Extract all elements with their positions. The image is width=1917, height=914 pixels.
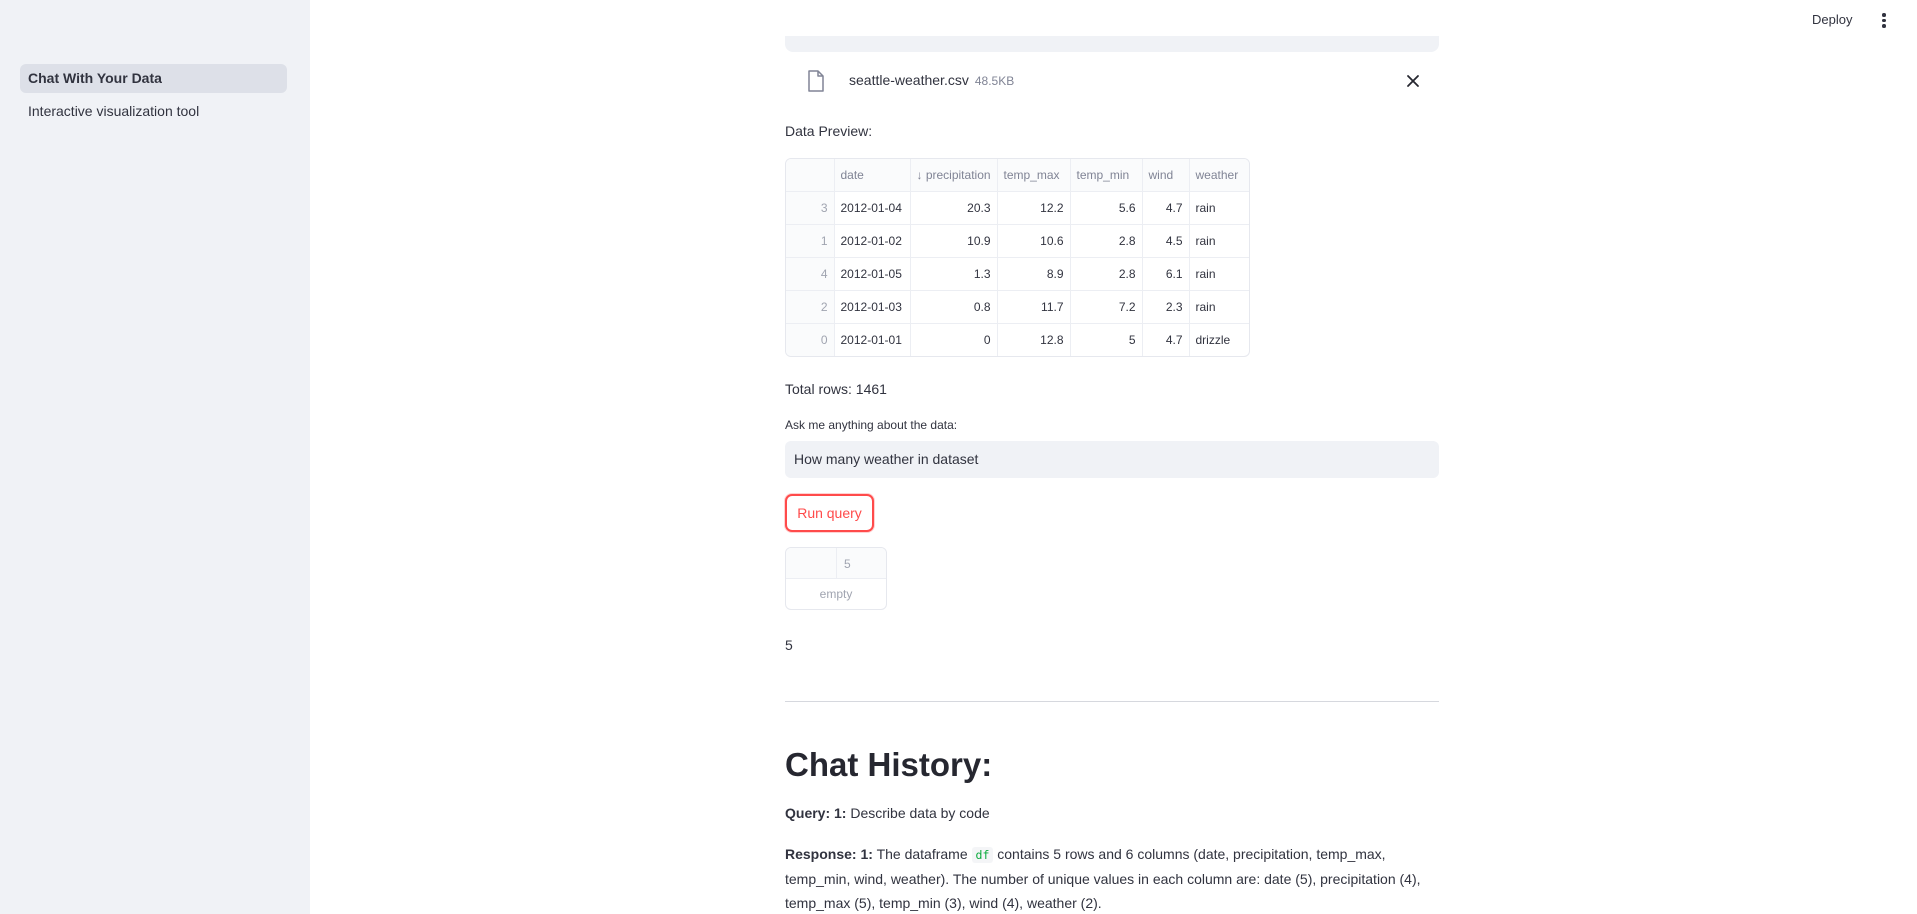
column-header[interactable]: date (834, 159, 911, 192)
table-cell[interactable]: 4.7 (1142, 191, 1190, 225)
table-cell[interactable]: 2.8 (1070, 257, 1143, 291)
inline-code: df (971, 847, 994, 863)
table-cell[interactable]: 2012-01-04 (834, 191, 911, 225)
response-text-before: The dataframe (876, 846, 968, 862)
column-header[interactable]: 5 (844, 557, 851, 571)
column-header[interactable]: temp_max (997, 159, 1071, 192)
table-cell[interactable]: 4.5 (1142, 224, 1190, 258)
table-row[interactable]: 4 2012-01-05 1.3 8.9 2.8 6.1 rain (786, 257, 1249, 291)
table-cell[interactable]: 2.3 (1142, 290, 1190, 324)
index-header (786, 159, 835, 192)
uploaded-file: seattle-weather.csv 48.5KB (785, 64, 1439, 100)
table-cell[interactable]: 2012-01-01 (834, 323, 911, 356)
response-prefix: Response: 1: (785, 846, 873, 862)
table-cell[interactable]: 2012-01-03 (834, 290, 911, 324)
table-cell[interactable]: 5 (1070, 323, 1143, 356)
index-header (786, 548, 837, 579)
table-cell[interactable]: drizzle (1189, 323, 1249, 356)
chat-history-title: Chat History: (785, 746, 993, 783)
table-cell[interactable]: 0 (910, 323, 998, 356)
answer-text: 5 (785, 637, 793, 653)
sidebar-nav: Chat With Your Data Interactive visualiz… (20, 64, 287, 130)
sidebar-item-interactive-visualization-tool[interactable]: Interactive visualization tool (20, 97, 287, 126)
total-rows-text: Total rows: 1461 (785, 381, 887, 397)
table-cell[interactable]: 12.8 (997, 323, 1071, 356)
file-dropzone[interactable] (785, 36, 1439, 52)
sidebar: Chat With Your Data Interactive visualiz… (0, 0, 310, 914)
table-cell[interactable]: 10.9 (910, 224, 998, 258)
table-cell[interactable]: 10.6 (997, 224, 1071, 258)
row-index: 4 (786, 257, 835, 291)
column-header[interactable]: ↓ precipitation (910, 159, 998, 192)
history-query: Query: 1: Describe data by code (785, 805, 990, 821)
column-header[interactable]: wind (1142, 159, 1190, 192)
table-cell[interactable]: rain (1189, 224, 1249, 258)
table-row[interactable]: 0 2012-01-01 0 12.8 5 4.7 drizzle (786, 323, 1249, 356)
table-cell[interactable]: 0.8 (910, 290, 998, 324)
table-cell[interactable]: 4.7 (1142, 323, 1190, 356)
column-header[interactable]: temp_min (1070, 159, 1143, 192)
column-header[interactable]: weather (1189, 159, 1249, 192)
result-table[interactable]: 5 empty (785, 547, 887, 610)
file-size: 48.5KB (974, 74, 1015, 88)
row-index: 2 (786, 290, 835, 324)
query-input[interactable]: How many weather in dataset (785, 441, 1439, 478)
run-query-button[interactable]: Run query (785, 494, 874, 532)
table-cell[interactable]: rain (1189, 257, 1249, 291)
table-cell[interactable]: rain (1189, 191, 1249, 225)
table-cell[interactable]: 5.6 (1070, 191, 1143, 225)
query-prefix: Query: 1: (785, 805, 847, 821)
query-text: Describe data by code (850, 805, 990, 821)
row-index: 1 (786, 224, 835, 258)
row-index: 0 (786, 323, 835, 356)
result-empty-text: empty (819, 587, 853, 601)
table-cell[interactable]: 7.2 (1070, 290, 1143, 324)
table-cell[interactable]: 20.3 (910, 191, 998, 225)
result-table-header: 5 (786, 548, 886, 579)
data-preview-label: Data Preview: (785, 123, 873, 139)
table-cell[interactable]: 12.2 (997, 191, 1071, 225)
row-index: 3 (786, 191, 835, 225)
deploy-button[interactable]: Deploy (1812, 12, 1852, 27)
table-cell[interactable]: 1.3 (910, 257, 998, 291)
table-header-row: date ↓ precipitation temp_max temp_min w… (786, 159, 1249, 192)
main-menu-icon[interactable] (1881, 13, 1887, 29)
table-cell[interactable]: 8.9 (997, 257, 1071, 291)
table-cell[interactable]: 2.8 (1070, 224, 1143, 258)
table-row[interactable]: 2 2012-01-03 0.8 11.7 7.2 2.3 rain (786, 290, 1249, 324)
file-name-row: seattle-weather.csv 48.5KB (849, 72, 1014, 88)
close-icon[interactable] (1404, 72, 1422, 90)
table-cell[interactable]: 6.1 (1142, 257, 1190, 291)
table-cell[interactable]: 2012-01-02 (834, 224, 911, 258)
sidebar-item-chat-with-your-data[interactable]: Chat With Your Data (20, 64, 287, 93)
table-cell[interactable]: 11.7 (997, 290, 1071, 324)
data-preview-table[interactable]: date ↓ precipitation temp_max temp_min w… (785, 158, 1250, 357)
query-input-label: Ask me anything about the data: (785, 418, 958, 432)
table-row[interactable]: 1 2012-01-02 10.9 10.6 2.8 4.5 rain (786, 224, 1249, 258)
table-row[interactable]: 3 2012-01-04 20.3 12.2 5.6 4.7 rain (786, 191, 1249, 225)
file-name: seattle-weather.csv (849, 72, 969, 88)
file-icon (808, 70, 824, 92)
history-response: Response: 1: The dataframe df contains 5… (785, 842, 1439, 914)
table-cell[interactable]: 2012-01-05 (834, 257, 911, 291)
divider (785, 701, 1439, 702)
table-cell[interactable]: rain (1189, 290, 1249, 324)
